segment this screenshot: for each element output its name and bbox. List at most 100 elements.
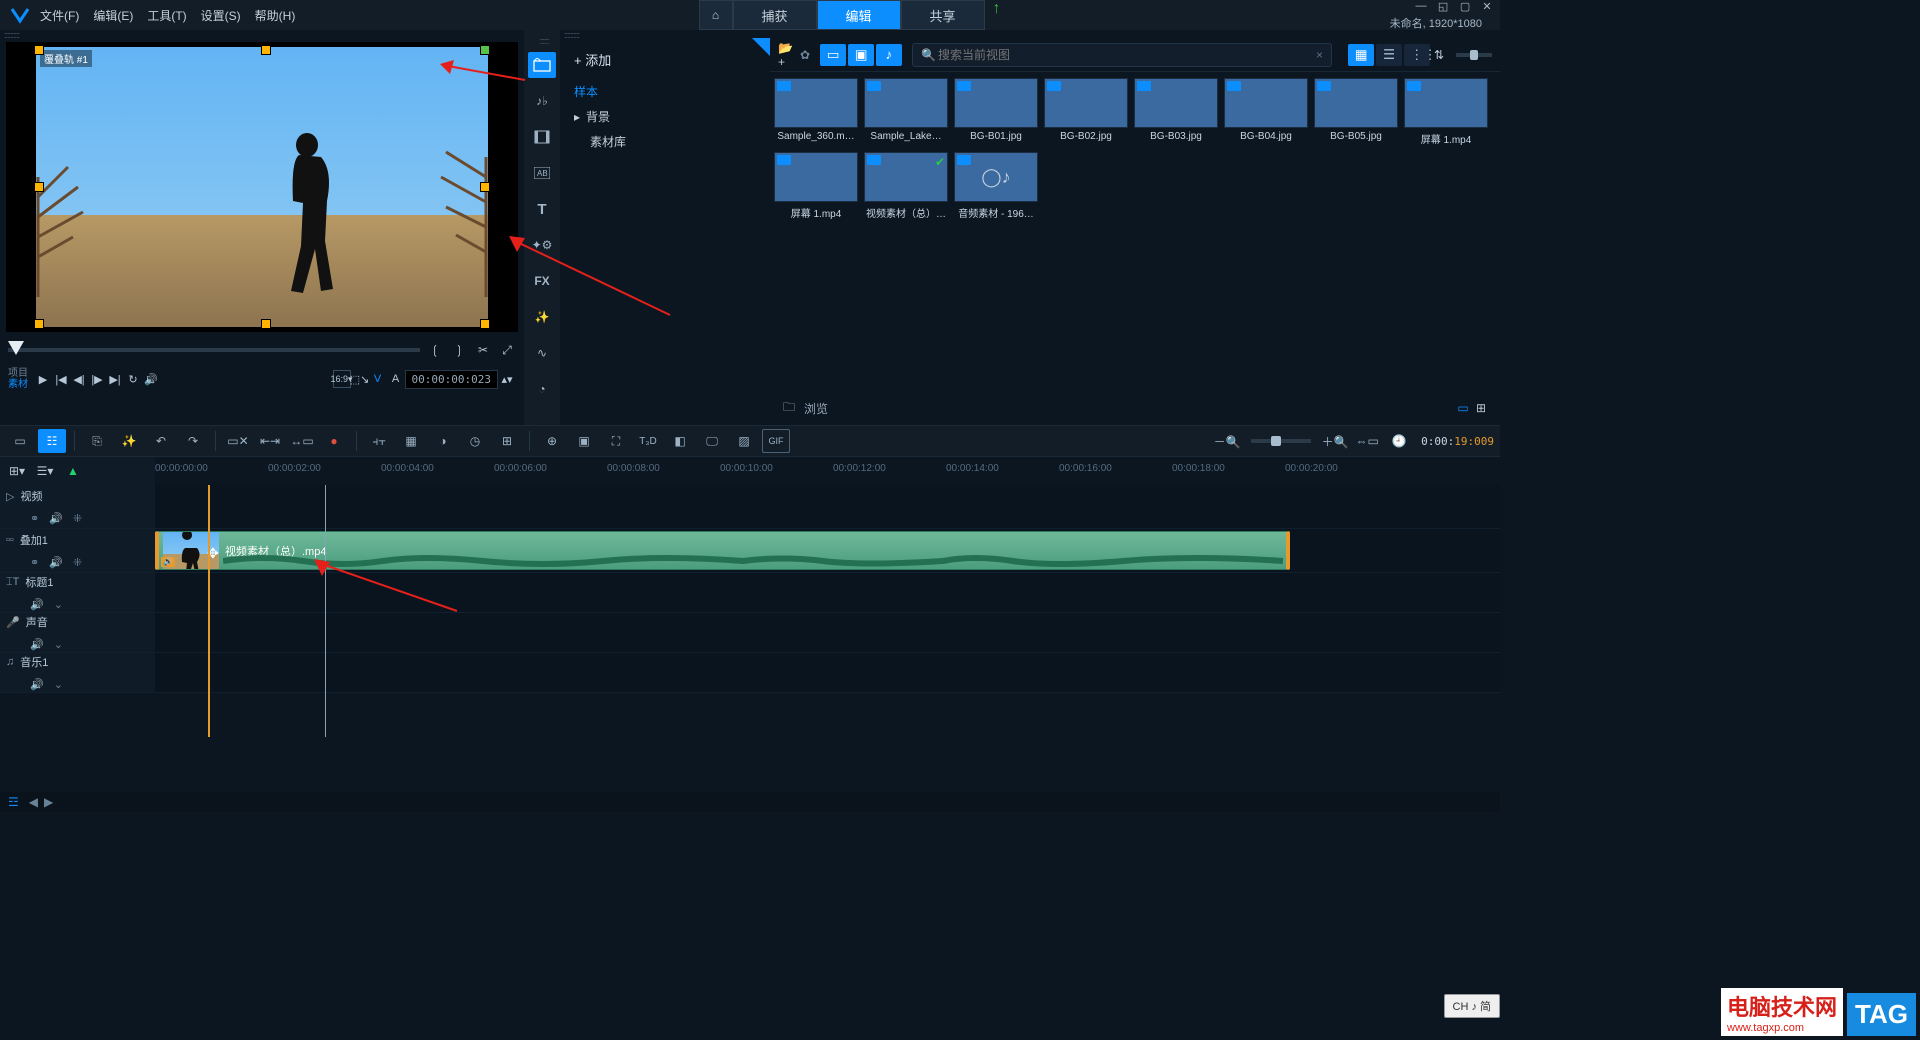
timeline-ruler[interactable]: 00:00:00:0000:00:02:0000:00:04:0000:00:0…	[155, 457, 1500, 485]
media-item[interactable]: 屏幕 1.mp4	[1404, 78, 1488, 146]
mode-project[interactable]: 项目	[8, 368, 28, 379]
fx-step-icon[interactable]: FX	[528, 268, 556, 294]
pan-zoom-button[interactable]: ⫞⫟	[365, 429, 393, 453]
media-item[interactable]: ◯♪音频素材 - 196…	[954, 152, 1038, 220]
prev-frame-button[interactable]: ◀|	[70, 370, 88, 388]
storyboard-view-button[interactable]: ▭	[6, 429, 34, 453]
crop-button[interactable]: ▣	[570, 429, 598, 453]
mark-out-icon[interactable]: ❳	[450, 341, 468, 359]
scroll-up-icon[interactable]: ▲	[64, 462, 82, 480]
close-button[interactable]: ✕	[1480, 0, 1494, 13]
delete-clip-button[interactable]: ▭✕	[224, 429, 252, 453]
auto-tools-button[interactable]: ✨	[115, 429, 143, 453]
timecode-icon[interactable]: 🕘	[1385, 429, 1413, 453]
handle-br[interactable]	[480, 319, 490, 329]
filter-photo-button[interactable]: ▣	[848, 44, 874, 66]
browse-label[interactable]: 浏览	[804, 400, 828, 417]
volume-button[interactable]: 🔊	[142, 370, 160, 388]
filter-audio-button[interactable]: ♪	[876, 44, 902, 66]
next-frame-button[interactable]: |▶	[88, 370, 106, 388]
expand-icon[interactable]: ⤢	[498, 341, 516, 359]
minimize-button[interactable]: —	[1414, 0, 1428, 13]
restore-button[interactable]: ◱	[1436, 0, 1450, 13]
handle-mr[interactable]	[480, 182, 490, 192]
mark-in-icon[interactable]: ❲	[426, 341, 444, 359]
handle-tm[interactable]	[261, 45, 271, 55]
multicam-button[interactable]: ▦	[397, 429, 425, 453]
clear-search-icon[interactable]: ×	[1316, 48, 1323, 62]
preview-scrubber[interactable]	[8, 348, 420, 352]
screen-cap-button[interactable]: 🖵	[698, 429, 726, 453]
a-button[interactable]: A	[387, 370, 405, 388]
media-item[interactable]: BG-B03.jpg	[1134, 78, 1218, 146]
thumb-size-slider[interactable]	[1456, 53, 1492, 57]
loop-button[interactable]: ↻	[124, 370, 142, 388]
mode-material[interactable]: 素材	[8, 379, 28, 390]
tab-capture[interactable]: 捕获	[733, 0, 817, 30]
tree-add[interactable]: + 添加	[560, 46, 770, 73]
handle-bm[interactable]	[261, 319, 271, 329]
split-icon[interactable]: ✂	[474, 341, 492, 359]
scroll-right-icon[interactable]: ▶	[44, 795, 53, 809]
snapshot-button[interactable]: ▨	[730, 429, 758, 453]
menu-file[interactable]: 文件(F)	[40, 7, 79, 24]
color-step-icon[interactable]: ✨	[528, 304, 556, 330]
media-item[interactable]: Sample_360.m…	[774, 78, 858, 146]
preview-viewport[interactable]: 覆叠轨 #1	[6, 42, 518, 332]
chevron-down-icon[interactable]: ⌄	[54, 638, 63, 651]
media-item[interactable]: Sample_Lake…	[864, 78, 948, 146]
timeline-scrollbar[interactable]: ☲ ◀ ▶	[0, 792, 1500, 812]
gif-button[interactable]: GIF	[762, 429, 790, 453]
audio-step-icon[interactable]: ♪♭	[528, 88, 556, 114]
scroll-left-icon[interactable]: ◀	[29, 795, 38, 809]
zoom-in-icon[interactable]: ＋🔍	[1321, 429, 1349, 453]
tracking-step-icon[interactable]: ◔	[528, 376, 556, 402]
track-lines-icon[interactable]: ☰▾	[36, 462, 54, 480]
aspect-ratio-button[interactable]: 16:9▾	[333, 370, 351, 388]
import-icon[interactable]: 📂+	[778, 46, 796, 64]
filter-video-button[interactable]: ▭	[820, 44, 846, 66]
go-end-button[interactable]: ▶|	[106, 370, 124, 388]
tree-library[interactable]: 素材库	[560, 129, 770, 154]
upload-icon[interactable]: ↑	[993, 0, 1001, 30]
zoom-out-icon[interactable]: －🔍	[1213, 429, 1241, 453]
resize-button[interactable]: ⬚↘	[351, 370, 369, 388]
view-list-button[interactable]: ☰	[1376, 44, 1402, 66]
3d-title-button[interactable]: T₃D	[634, 429, 662, 453]
mask-button[interactable]: ◑	[429, 429, 457, 453]
mute-icon[interactable]: 🔊	[49, 512, 63, 525]
sort-icon[interactable]: ⇅	[1430, 46, 1448, 64]
pan-crop-button[interactable]: ⛶	[602, 429, 630, 453]
fit-project-icon[interactable]: ⇔▭	[1353, 429, 1381, 453]
search-field[interactable]	[936, 47, 1316, 63]
handle-tl[interactable]	[34, 45, 44, 55]
panel-grip-3[interactable]: ::::::::::	[560, 30, 1500, 38]
panel-grip[interactable]: ::::::::::	[0, 30, 524, 38]
search-input[interactable]: 🔍 ×	[912, 43, 1332, 67]
link-icon[interactable]: ⚭	[30, 556, 39, 569]
track-manager-icon[interactable]: ⊞▾	[8, 462, 26, 480]
fx-icon[interactable]: ⁜	[73, 512, 82, 525]
handle-tr[interactable]	[480, 45, 490, 55]
motion-step-icon[interactable]: ∿	[528, 340, 556, 366]
media-item[interactable]: BG-B04.jpg	[1224, 78, 1308, 146]
handle-ml[interactable]	[34, 182, 44, 192]
options-icon[interactable]: ⊞	[1472, 399, 1490, 417]
maximize-button[interactable]: ▢	[1458, 0, 1472, 13]
tree-background[interactable]: ▸背景	[560, 104, 770, 129]
ripple-delete-button[interactable]: ⇤⇥	[256, 429, 284, 453]
undo-button[interactable]: ↶	[147, 429, 175, 453]
tab-home[interactable]: ⌂	[699, 0, 733, 30]
overlay-step-icon[interactable]: ✦⚙	[528, 232, 556, 258]
timeline-view-button[interactable]: ☷	[38, 429, 66, 453]
playhead-marker[interactable]	[325, 485, 326, 737]
subtitle-step-icon[interactable]: AB	[528, 160, 556, 186]
media-item[interactable]: ✔视频素材（总）…	[864, 152, 948, 220]
playhead-orange[interactable]	[208, 485, 210, 737]
link-icon[interactable]: ⚭	[30, 512, 39, 525]
media-item[interactable]: BG-B02.jpg	[1044, 78, 1128, 146]
tab-edit[interactable]: 编辑	[817, 0, 901, 30]
time-remap-button[interactable]: ◷	[461, 429, 489, 453]
zoom-slider[interactable]	[1251, 439, 1311, 443]
media-item[interactable]: BG-B05.jpg	[1314, 78, 1398, 146]
